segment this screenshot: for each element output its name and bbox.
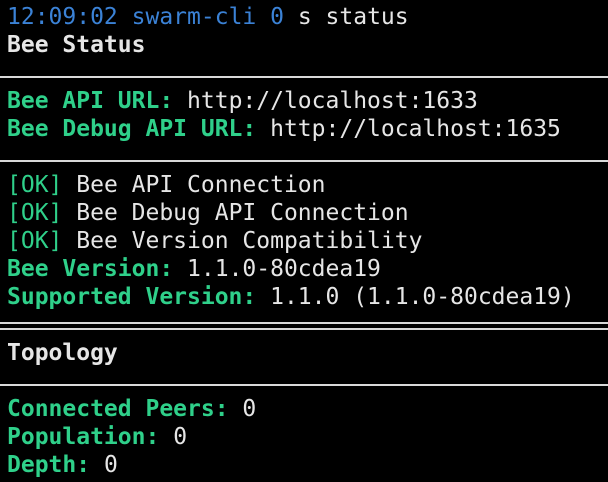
check-label: Bee API Connection	[76, 172, 326, 198]
connected-peers-label: Connected Peers:	[7, 396, 229, 422]
check-label: Bee Debug API Connection	[76, 200, 409, 226]
population-label: Population:	[7, 424, 160, 450]
bee-version-value: 1.1.0-80cdea19	[187, 256, 381, 282]
prompt-cwd: swarm-cli	[131, 4, 257, 30]
supported-version-row: Supported Version: 1.1.0 (1.1.0-80cdea19…	[7, 283, 608, 311]
section-divider	[0, 367, 608, 395]
double-divider	[0, 311, 608, 339]
ok-status: [OK]	[7, 200, 63, 226]
connected-peers-row: Connected Peers: 0	[7, 395, 608, 423]
section-divider	[0, 59, 608, 87]
depth-label: Depth:	[7, 452, 91, 478]
check-label: Bee Version Compatibility	[76, 228, 423, 254]
terminal-output[interactable]: 12:09:02 swarm-cli 0 s status Bee Status…	[0, 3, 608, 479]
entered-command: s status	[297, 4, 409, 30]
api-url-row: Bee API URL: http://localhost:1633	[7, 87, 608, 115]
ok-status: [OK]	[7, 172, 63, 198]
topology-heading: Topology	[7, 340, 118, 366]
check-row-version-compatibility: [OK] Bee Version Compatibility	[7, 227, 608, 255]
debug-api-url-value: http://localhost:1635	[270, 116, 561, 142]
supported-version-label: Supported Version:	[7, 284, 257, 310]
depth-value: 0	[103, 452, 118, 478]
supported-version-value: 1.1.0 (1.1.0-80cdea19)	[270, 284, 575, 310]
prompt-line: 12:09:02 swarm-cli 0 s status	[7, 3, 608, 31]
bee-version-row: Bee Version: 1.1.0-80cdea19	[7, 255, 608, 283]
connected-peers-value: 0	[242, 396, 257, 422]
debug-api-url-row: Bee Debug API URL: http://localhost:1635	[7, 115, 608, 143]
population-value: 0	[173, 424, 188, 450]
section-divider	[0, 143, 608, 171]
ok-status: [OK]	[7, 228, 63, 254]
prompt-exit-code: 0	[270, 4, 284, 30]
population-row: Population: 0	[7, 423, 608, 451]
check-row-debug-api-connection: [OK] Bee Debug API Connection	[7, 199, 608, 227]
debug-api-url-label: Bee Debug API URL:	[7, 116, 257, 142]
prompt-time: 12:09:02	[7, 4, 118, 30]
check-row-api-connection: [OK] Bee API Connection	[7, 171, 608, 199]
api-url-value: http://localhost:1633	[187, 88, 478, 114]
bee-status-heading: Bee Status	[7, 32, 146, 58]
api-url-label: Bee API URL:	[7, 88, 174, 114]
bee-version-label: Bee Version:	[7, 256, 174, 282]
depth-row: Depth: 0	[7, 451, 608, 479]
